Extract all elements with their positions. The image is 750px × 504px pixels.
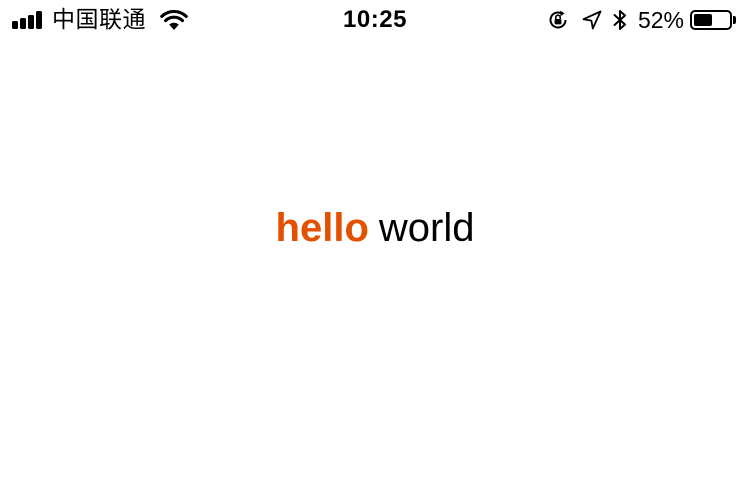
greeting-accent-word: hello xyxy=(275,206,369,250)
main-content: hello world xyxy=(0,0,750,504)
greeting-rest-word: world xyxy=(378,206,475,250)
phone-screen: 中国联通 10:25 52% hello world xyxy=(0,0,750,504)
greeting-text: hello world xyxy=(0,202,750,254)
